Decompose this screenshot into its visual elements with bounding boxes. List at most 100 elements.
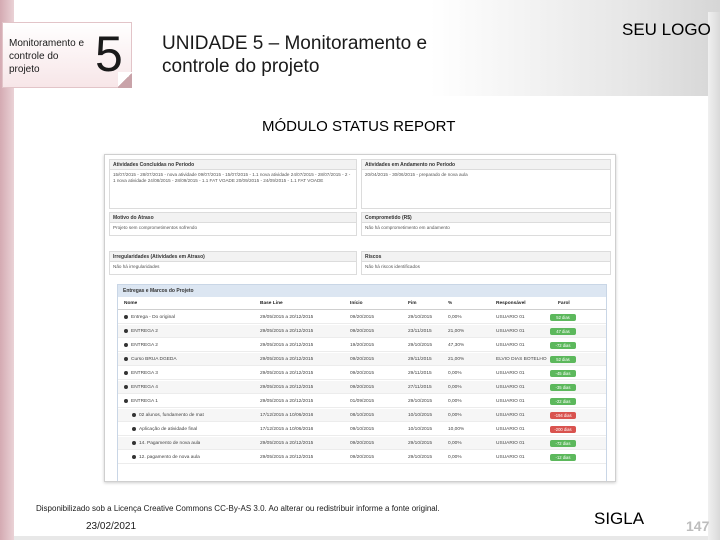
panel-irregularities: Irregularidades (Atividades em Atraso) N… — [109, 251, 357, 275]
table-row[interactable]: ENTREGA 2 29/05/2015 a 20/12/2015 19/20/20… — [118, 339, 606, 352]
table-cell-pct: 0,00% — [448, 315, 462, 320]
row-name: 02 alunos, fundamento de mat — [139, 413, 204, 418]
table-cell-baseline: 29/05/2015 a 20/12/2015 — [260, 441, 314, 446]
table-row[interactable]: ENTREGA 1 29/05/2015 a 20/12/2015 01/09/20… — [118, 395, 606, 408]
table-cell-pct: 0,00% — [448, 399, 462, 404]
table-cell-owner: USUARIO 01 — [496, 385, 525, 390]
row-name: 14. Pagamento de nova aula — [139, 441, 201, 446]
table-cell-start: 09/20/2015 — [350, 385, 375, 390]
table-cell-owner: USUARIO 01 — [496, 329, 525, 334]
panel-title: Irregularidades (Atividades em Atraso) — [110, 252, 356, 262]
row-name: Entrega - Do original — [131, 315, 175, 320]
panel-ongoing-activities: Atividades em Andamento no Período 20/04… — [361, 159, 611, 209]
row-bullet-icon — [132, 426, 136, 431]
table-cell-start: 09/10/2015 — [350, 427, 375, 432]
row-bullet-icon — [132, 412, 136, 417]
module-label: Monitoramento e controle do projeto — [9, 38, 85, 75]
table-cell-pct: 21,00% — [448, 329, 465, 334]
table-cell-end: 29/10/2015 — [408, 399, 433, 404]
table-cell-owner: USUARIO 01 — [496, 343, 525, 348]
panel-title: Atividades em Andamento no Período — [362, 160, 610, 170]
table-cell-end: 29/10/2015 — [408, 315, 433, 320]
table-cell-start: 09/20/2015 — [350, 357, 375, 362]
table-cell-end: 29/11/2015 — [408, 371, 432, 376]
row-bullet-icon — [124, 398, 128, 403]
table-row[interactable]: ENTREGA 2 29/05/2015 a 20/12/2015 09/20/20… — [118, 325, 606, 338]
module-card: Monitoramento e controle do projeto 5 — [2, 22, 132, 88]
table-cell-end: 29/10/2015 — [408, 441, 433, 446]
table-title: Entregas e Marcos do Projeto — [118, 285, 606, 297]
section-title: MÓDULO STATUS REPORT — [262, 118, 456, 135]
table-row[interactable]: ENTREGA 4 29/05/2015 a 20/12/2015 09/20/20… — [118, 381, 606, 394]
table-cell-name: Entrega - Do original — [124, 311, 175, 324]
table-cell-end: 29/10/2015 — [408, 343, 433, 348]
deliverables-table: Entregas e Marcos do Projeto Nome Base Li… — [117, 284, 607, 481]
table-cell-end: 10/10/2015 — [408, 427, 433, 432]
table-row[interactable]: 14. Pagamento de nova aula 29/05/2015 a 2… — [118, 437, 606, 450]
logo-placeholder: SEU LOGO — [622, 20, 711, 39]
table-cell-name: ENTREGA 1 — [124, 395, 158, 408]
table-cell-name: 02 alunos, fundamento de mat — [132, 409, 204, 422]
row-bullet-icon — [124, 356, 128, 361]
table-cell-name: 14. Pagamento de nova aula — [132, 437, 200, 450]
table-cell-pct: 0,00% — [448, 371, 462, 376]
table-row[interactable]: Entrega - Do original 29/05/2015 a 20/12/… — [118, 311, 606, 324]
status-badge: -194 dias — [550, 412, 576, 419]
row-bullet-icon — [124, 328, 128, 333]
table-cell-baseline: 29/05/2015 a 20/12/2015 — [260, 385, 314, 390]
unit-title: UNIDADE 5 – Monitoramento e controle do … — [162, 33, 428, 77]
table-cell-end: 29/10/2015 — [408, 455, 433, 460]
table-row[interactable]: Curso BRUA DGEDA 29/05/2015 a 20/12/2015 0… — [118, 353, 606, 366]
table-cell-pct: 0,00% — [448, 441, 462, 446]
panel-title: Motivo do Atraso — [110, 213, 356, 223]
row-name: Curso BRUA DGEDA — [131, 357, 177, 362]
status-badge: -72 dias — [550, 440, 576, 447]
column-header: Responsável — [496, 301, 526, 306]
panel-title: Comprometido (R$) — [362, 213, 610, 223]
table-cell-name: ENTREGA 3 — [124, 367, 158, 380]
table-cell-pct: 0,00% — [448, 413, 462, 418]
table-header-row: Nome Base Line Início Fim% Responsável Farol — [118, 297, 606, 310]
panel-body: 20/04/2015 - 30/06/2015 - preparado de n… — [365, 172, 468, 177]
table-cell-name: ENTREGA 2 — [124, 325, 158, 338]
table-cell-owner: USUARIO 01 — [496, 371, 525, 376]
status-report-screenshot: Atividades Concluídas no Período 15/07/2… — [104, 154, 616, 482]
table-cell-owner: USUARIO 01 — [496, 399, 525, 404]
table-row[interactable]: 12. pagamento de nova aula 29/05/2015 a 2… — [118, 451, 606, 464]
panel-body: 15/07/2015 - 28/07/2015 - nova atividade… — [113, 172, 351, 183]
footer-date: 23/02/2021 — [86, 521, 137, 532]
row-bullet-icon — [124, 342, 128, 347]
table-cell-start: 01/09/2015 — [350, 399, 375, 404]
table-cell-name: 12. pagamento de nova aula — [132, 451, 200, 464]
table-cell-start: 19/20/2015 — [350, 343, 375, 348]
column-header: Base Line — [260, 301, 283, 306]
table-row[interactable]: 02 alunos, fundamento de mat 17/12/2015 a… — [118, 409, 606, 422]
panel-body: Não há comprometimento em andamento — [365, 225, 450, 230]
table-cell-owner: USUARIO 01 — [496, 315, 525, 320]
row-bullet-icon — [132, 440, 136, 445]
table-cell-baseline: 29/05/2015 a 20/12/2015 — [260, 357, 314, 362]
table-cell-baseline: 29/05/2015 a 20/12/2015 — [260, 371, 314, 376]
table-row[interactable]: Aplicação de atividade final 17/12/2015 a… — [118, 423, 606, 436]
row-name: 12. pagamento de nova aula — [139, 455, 200, 460]
table-cell-name: ENTREGA 4 — [124, 381, 158, 394]
slide-right-bar — [708, 12, 720, 540]
column-header: Início — [350, 301, 363, 306]
table-cell-pct: 21,00% — [448, 357, 465, 362]
table-cell-start: 09/20/2015 — [350, 455, 375, 460]
table-row[interactable]: ENTREGA 3 29/05/2015 a 20/12/2015 09/20/20… — [118, 367, 606, 380]
status-badge: 47 dias — [550, 328, 576, 335]
table-cell-end: 29/11/2015 — [408, 357, 432, 362]
column-header: Nome — [124, 301, 138, 306]
card-fold-corner — [118, 72, 132, 88]
table-cell-start: 08/10/2015 — [350, 413, 375, 418]
table-cell-pct: 0,00% — [448, 385, 462, 390]
panel-body: Não há riscos identificados — [365, 264, 420, 269]
row-name: ENTREGA 4 — [131, 385, 158, 390]
table-cell-owner: USUARIO 01 — [496, 455, 525, 460]
row-bullet-icon — [124, 314, 128, 319]
table-cell-baseline: 17/12/2015 a 10/06/2016 — [260, 427, 314, 432]
column-header: Farol — [558, 301, 570, 306]
table-cell-owner: ELVIO DIAS BOTELHO — [496, 357, 547, 362]
status-badge: 52 dias — [550, 356, 576, 363]
